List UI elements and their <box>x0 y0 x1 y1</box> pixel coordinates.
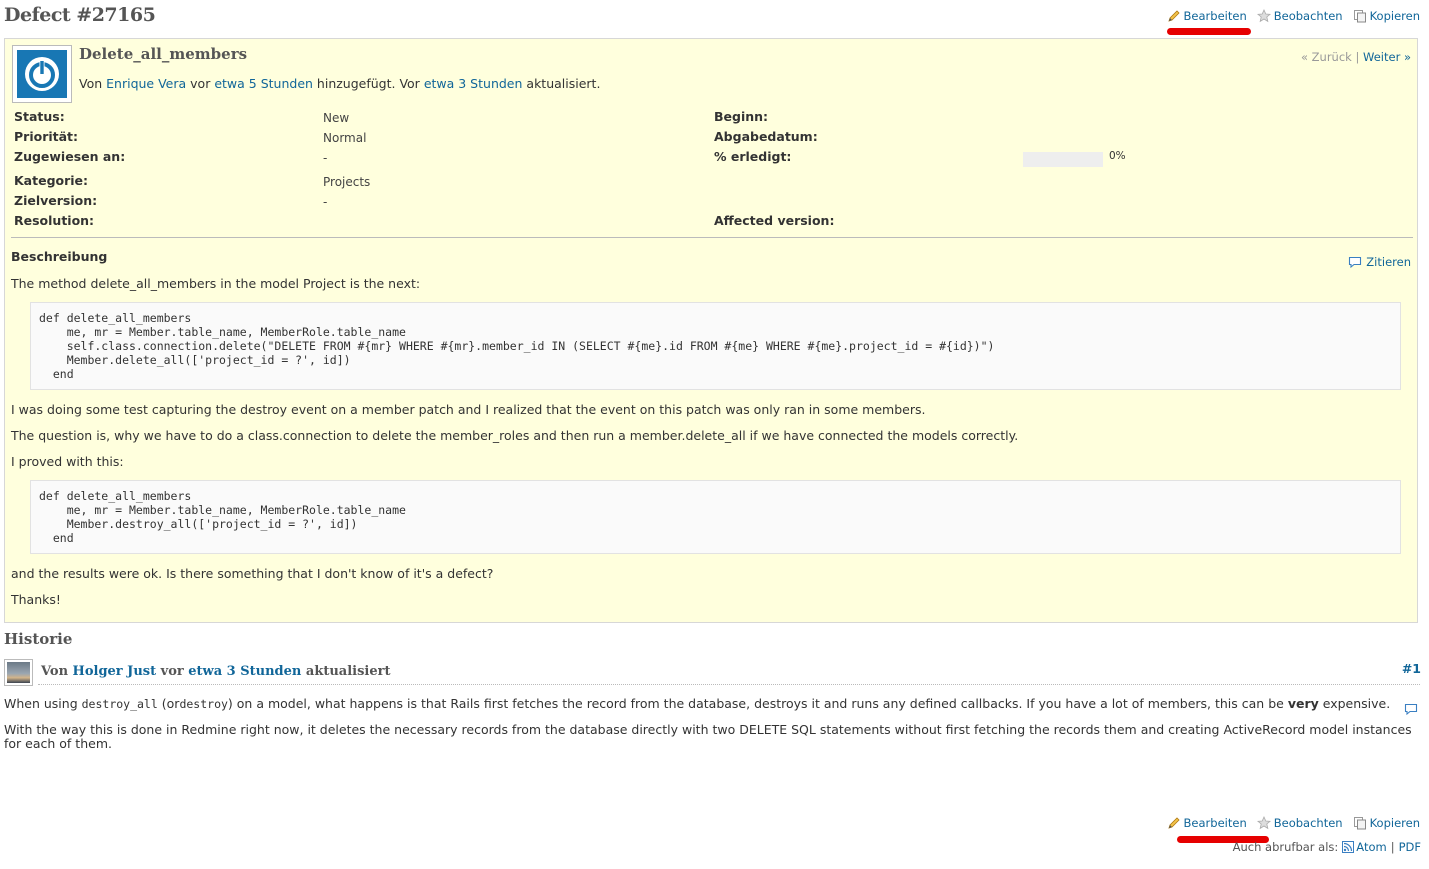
note-text: (or <box>161 696 180 711</box>
power-icon <box>25 57 59 91</box>
quote-label: Zitieren <box>1366 255 1411 269</box>
edit-button[interactable]: Bearbeiten <box>1167 9 1247 23</box>
edit-label: Bearbeiten <box>1183 816 1247 830</box>
note-text: expensive. <box>1322 696 1391 711</box>
description-paragraph: I proved with this: <box>11 454 124 469</box>
journal-time-link[interactable]: etwa 3 Stunden <box>188 664 301 679</box>
note-text: ) on a model, what happens is that Rails… <box>227 696 1284 711</box>
atom-link[interactable]: Atom <box>1342 840 1387 854</box>
comment-icon <box>1349 256 1362 269</box>
copy-label: Kopieren <box>1369 816 1420 830</box>
feed-icon <box>1342 841 1355 853</box>
status-value: New <box>323 111 350 125</box>
priority-value: Normal <box>323 131 367 145</box>
export-formats: Auch abrufbar als: Atom | PDF <box>1233 840 1421 854</box>
due-date-label: Abgabedatum: <box>714 129 818 144</box>
description-paragraph: and the results were ok. Is there someth… <box>11 566 494 581</box>
updated-text: aktualisiert. <box>526 76 601 91</box>
target-version-label: Zielversion: <box>14 193 98 208</box>
description-paragraph: I was doing some test capturing the dest… <box>11 402 926 417</box>
pdf-link[interactable]: PDF <box>1399 840 1421 854</box>
done-ratio-value: 0% <box>1109 150 1126 162</box>
journal-divider <box>38 684 1420 685</box>
priority-label: Priorität: <box>14 129 79 144</box>
avatar <box>12 45 72 103</box>
journal-note-2: With the way this is done in Redmine rig… <box>4 722 1412 751</box>
code-block-1: def delete_all_members me, mr = Member.t… <box>30 302 1401 390</box>
history-avatar <box>4 659 33 686</box>
format-separator: | <box>1390 840 1395 854</box>
category-label: Kategorie: <box>14 173 89 188</box>
note-bold: very <box>1287 696 1319 711</box>
highlight-mark-top <box>1167 28 1251 35</box>
author-prefix: Von <box>79 76 103 91</box>
inline-code: destroy_all <box>81 697 158 711</box>
copy-label: Kopieren <box>1369 9 1420 23</box>
category-value: Projects <box>323 175 371 189</box>
assigned-value: - <box>323 151 328 165</box>
prev-link: « Zurück <box>1300 50 1352 64</box>
history-title: Historie <box>4 630 73 648</box>
description-paragraph: The question is, why we have to do a cla… <box>11 428 1019 443</box>
author-link[interactable]: Enrique Vera <box>106 76 186 91</box>
inline-code: destroy <box>179 697 228 711</box>
star-icon <box>1256 816 1271 830</box>
atom-label: Atom <box>1356 840 1387 854</box>
description-title: Beschreibung <box>11 249 108 264</box>
copy-icon <box>1353 817 1366 830</box>
journal-suffix: aktualisiert <box>305 664 391 679</box>
progress-bar <box>1023 152 1103 167</box>
copy-button[interactable]: Kopieren <box>1353 9 1420 23</box>
pencil-icon <box>1167 10 1180 22</box>
quote-comment-icon[interactable] <box>1404 702 1418 716</box>
page-title: Defect #27165 <box>4 4 156 26</box>
journal-author-link[interactable]: Holger Just <box>73 664 157 679</box>
journal-number-link[interactable]: #1 <box>1402 661 1421 676</box>
divider <box>11 237 1413 238</box>
next-link[interactable]: Weiter » <box>1363 50 1411 64</box>
edit-label: Bearbeiten <box>1183 9 1247 23</box>
watch-label: Beobachten <box>1273 9 1343 23</box>
journal-header: Von Holger Just vor etwa 3 Stunden aktua… <box>41 664 390 679</box>
code-block-2: def delete_all_members me, mr = Member.t… <box>30 480 1401 554</box>
watch-label: Beobachten <box>1273 816 1343 830</box>
journal-note-1: When using destroy_all (ordestroy) on a … <box>4 696 1422 712</box>
added-time-link[interactable]: etwa 5 Stunden <box>214 76 313 91</box>
assigned-label: Zugewiesen an: <box>14 149 126 164</box>
target-version-value: - <box>323 195 328 209</box>
resolution-label: Resolution: <box>14 213 95 228</box>
affected-version-label: Affected version: <box>714 213 835 228</box>
added-text: hinzugefügt. Vor <box>316 76 420 91</box>
pencil-icon <box>1167 817 1180 829</box>
description-paragraph: The method delete_all_members in the mod… <box>11 276 421 291</box>
bottom-actions: Bearbeiten Beobachten Kopieren <box>1161 816 1420 830</box>
journal-prefix: Von <box>41 664 69 679</box>
copy-icon <box>1353 10 1366 23</box>
also-as-label: Auch abrufbar als: <box>1232 840 1339 854</box>
nav-separator: | <box>1355 50 1360 64</box>
issue-box: Delete_all_members Von Enrique Vera vor … <box>4 38 1418 623</box>
start-date-label: Beginn: <box>714 109 769 124</box>
updated-time-link[interactable]: etwa 3 Stunden <box>424 76 523 91</box>
watch-button-bottom[interactable]: Beobachten <box>1256 816 1343 830</box>
status-label: Status: <box>14 109 65 124</box>
top-actions: Bearbeiten Beobachten Kopieren <box>1161 9 1420 23</box>
issue-subject: Delete_all_members <box>79 45 248 63</box>
author-line: Von Enrique Vera vor etwa 5 Stunden hinz… <box>79 76 600 91</box>
note-text: When using <box>4 696 78 711</box>
prev-next-nav: « Zurück | Weiter » <box>1301 50 1411 64</box>
description-paragraph: Thanks! <box>11 592 61 607</box>
journal-vor: vor <box>160 664 184 679</box>
vor-text: vor <box>190 76 211 91</box>
star-icon <box>1256 9 1271 23</box>
copy-button-bottom[interactable]: Kopieren <box>1353 816 1420 830</box>
quote-button[interactable]: Zitieren <box>1348 255 1411 269</box>
edit-button-bottom[interactable]: Bearbeiten <box>1167 816 1247 830</box>
done-ratio-label: % erledigt: <box>714 149 792 164</box>
watch-button[interactable]: Beobachten <box>1256 9 1343 23</box>
